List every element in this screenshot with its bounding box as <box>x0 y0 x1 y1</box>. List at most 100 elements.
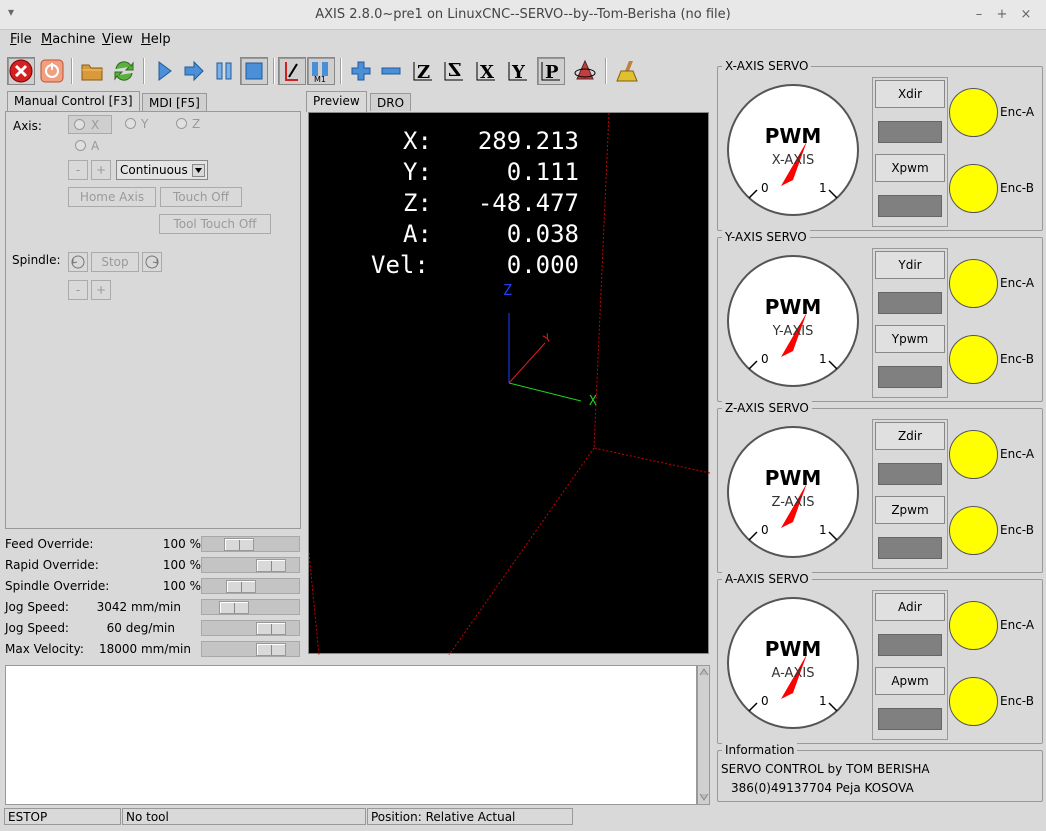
dir-button[interactable]: Xdir <box>875 80 945 108</box>
view-z-icon[interactable]: Z <box>409 57 437 85</box>
jog-mode-select[interactable]: Continuous <box>116 160 208 180</box>
console-scrollbar[interactable] <box>697 665 710 805</box>
gauge-min: 0 <box>761 523 769 537</box>
touch-off-button[interactable]: Touch Off <box>160 187 242 207</box>
tab-mdi[interactable]: MDI [F5] <box>142 93 207 111</box>
svg-text:Z: Z <box>417 62 430 83</box>
dro-a-value: 0.038 <box>506 220 579 248</box>
jog-speed-row: Jog Speed: 3042 mm/min <box>5 598 301 618</box>
estop-icon[interactable] <box>7 57 35 85</box>
gauge-needle <box>748 312 838 370</box>
pwm-indicator <box>878 366 942 388</box>
dir-button[interactable]: Zdir <box>875 422 945 450</box>
enc-a-label: Enc-A <box>1000 447 1035 461</box>
minimize-button[interactable]: – <box>971 7 987 23</box>
home-axis-button[interactable]: Home Axis <box>68 187 156 207</box>
svg-text:M1: M1 <box>314 75 326 83</box>
zoom-in-icon[interactable] <box>347 57 375 85</box>
status-position: Position: Relative Actual <box>367 808 573 825</box>
pwm-button[interactable]: Xpwm <box>875 154 945 182</box>
gauge-max: 1 <box>819 523 827 537</box>
open-folder-icon[interactable] <box>78 57 106 85</box>
gauge-min: 0 <box>761 181 769 195</box>
max-velocity-slider[interactable] <box>201 641 300 657</box>
clear-backplot-icon[interactable] <box>613 57 641 85</box>
tab-dro[interactable]: DRO <box>370 93 412 111</box>
menu-bar: File Machine View Help <box>0 30 1046 52</box>
rotate-view-icon[interactable] <box>571 57 599 85</box>
maximize-button[interactable]: + <box>994 7 1010 23</box>
enc-b-led <box>949 506 998 555</box>
preview-canvas[interactable]: Z Y X X: 289.213 Y: 0.111 Z: -48.477 A: … <box>308 112 710 655</box>
menu-help[interactable]: Help <box>141 32 171 47</box>
tab-manual-control[interactable]: Manual Control [F3] <box>7 91 140 112</box>
axis-label: Axis: <box>13 119 42 133</box>
max-velocity-value: 18000 mm/min <box>98 642 191 656</box>
rapid-override-slider[interactable] <box>201 557 300 573</box>
menu-file[interactable]: File <box>10 32 32 47</box>
tool-touch-off-button[interactable]: Tool Touch Off <box>159 214 271 234</box>
gauge-min: 0 <box>761 352 769 366</box>
pwm-button[interactable]: Apwm <box>875 667 945 695</box>
axis-x-radio[interactable]: X <box>68 115 112 134</box>
jog-speed-angular-slider[interactable] <box>201 620 300 636</box>
reload-icon[interactable] <box>110 57 138 85</box>
svg-text:Z: Z <box>448 59 461 79</box>
svg-text:P: P <box>545 62 559 83</box>
servo-buttons: Ydir Ypwm <box>872 248 948 398</box>
spindle-cw-icon[interactable] <box>142 252 162 272</box>
menu-machine[interactable]: Machine <box>41 32 95 47</box>
dir-button[interactable]: Ydir <box>875 251 945 279</box>
pwm-gauge: PWM Z-AXIS 0 1 <box>727 426 859 558</box>
view-perspective-icon[interactable]: P <box>537 57 565 85</box>
pause-icon[interactable] <box>210 57 238 85</box>
view-y-icon[interactable]: Y <box>504 57 532 85</box>
dro-x-value: 289.213 <box>477 127 579 155</box>
jog-plus-button[interactable]: + <box>91 160 111 180</box>
close-button[interactable]: × <box>1018 7 1034 23</box>
block-delete-icon[interactable] <box>278 57 306 85</box>
enc-a-label: Enc-A <box>1000 618 1035 632</box>
run-icon[interactable] <box>150 57 178 85</box>
step-icon[interactable] <box>180 57 208 85</box>
tab-preview[interactable]: Preview <box>306 91 367 112</box>
spindle-plus-button[interactable]: + <box>91 280 111 300</box>
dir-button[interactable]: Adir <box>875 593 945 621</box>
override-sliders: Feed Override: 100 % Rapid Override: 100… <box>5 535 301 660</box>
jog-minus-button[interactable]: - <box>68 160 88 180</box>
servo-buttons: Zdir Zpwm <box>872 419 948 569</box>
spindle-minus-button[interactable]: - <box>68 280 88 300</box>
gauge-subtitle: A-AXIS <box>771 666 815 681</box>
status-tool: No tool <box>122 808 366 825</box>
menu-view[interactable]: View <box>102 32 133 47</box>
gauge-needle <box>748 654 838 712</box>
dir-indicator <box>878 292 942 314</box>
optional-stop-icon[interactable]: M1 <box>307 57 335 85</box>
zoom-out-icon[interactable] <box>377 57 405 85</box>
power-icon[interactable] <box>38 57 66 85</box>
max-velocity-row: Max Velocity: 18000 mm/min <box>5 640 301 660</box>
error-console[interactable] <box>5 665 697 805</box>
information-line2: 386(0)49137704 Peja KOSOVA <box>731 781 914 795</box>
pwm-button[interactable]: Ypwm <box>875 325 945 353</box>
stop-icon[interactable] <box>240 57 268 85</box>
pwm-indicator <box>878 537 942 559</box>
gauge-max: 1 <box>819 181 827 195</box>
jog-speed-slider[interactable] <box>201 599 300 615</box>
view-z2-icon[interactable]: Z <box>440 57 468 85</box>
servo-title: X-AXIS SERVO <box>722 59 812 73</box>
chevron-down-icon[interactable] <box>192 164 205 177</box>
dir-indicator <box>878 634 942 656</box>
spindle-ccw-icon[interactable] <box>68 252 88 272</box>
feed-override-slider[interactable] <box>201 536 300 552</box>
servo-frame-z: Z-AXIS SERVO PWM Z-AXIS 0 1 Zdir Zpwm En… <box>717 401 1043 573</box>
pwm-button[interactable]: Zpwm <box>875 496 945 524</box>
window-title: AXIS 2.8.0~pre1 on LinuxCNC--SERVO--by--… <box>315 7 731 22</box>
jog-speed-angular-value: 60 deg/min <box>106 621 175 635</box>
servo-frame-a: A-AXIS SERVO PWM A-AXIS 0 1 Adir Apwm En… <box>717 572 1043 744</box>
spindle-stop-button[interactable]: Stop <box>91 252 139 272</box>
gauge-max: 1 <box>819 352 827 366</box>
pwm-indicator <box>878 708 942 730</box>
view-x-icon[interactable]: X <box>472 57 500 85</box>
spindle-override-slider[interactable] <box>201 578 300 594</box>
